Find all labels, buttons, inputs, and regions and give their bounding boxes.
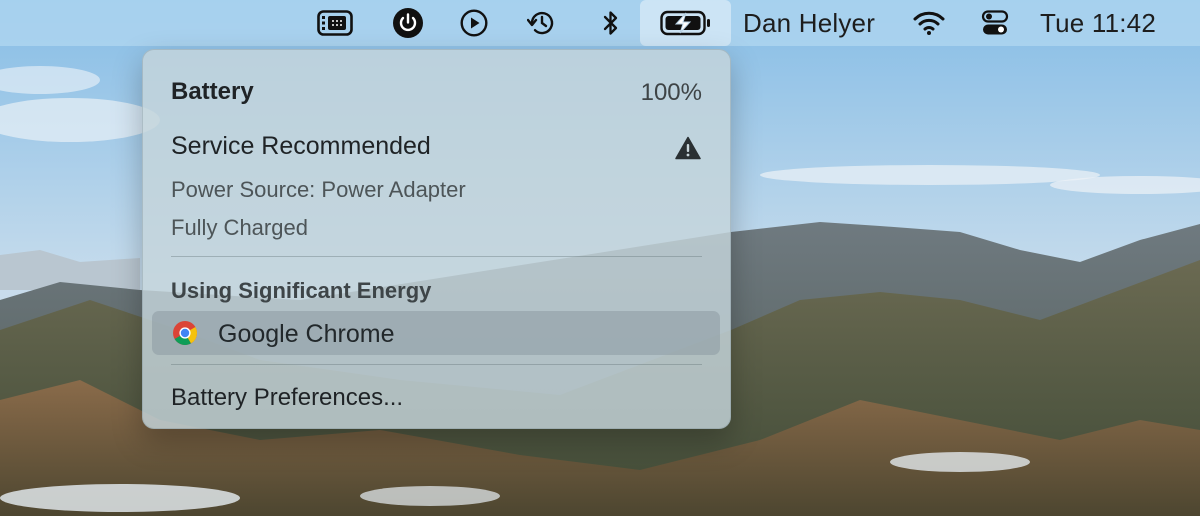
battery-percent: 100% bbox=[640, 79, 702, 106]
battery-condition: Service Recommended bbox=[171, 132, 431, 160]
play-icon[interactable] bbox=[456, 0, 492, 46]
menu-bar: Dan Helyer Tue 11:42 bbox=[0, 0, 1200, 46]
charge-state: Fully Charged bbox=[171, 215, 308, 240]
power-icon[interactable] bbox=[390, 0, 426, 46]
energy-app-item[interactable]: Google Chrome bbox=[152, 311, 720, 355]
control-center-icon[interactable] bbox=[978, 0, 1012, 46]
user-name: Dan Helyer bbox=[743, 7, 876, 38]
battery-menu-button[interactable] bbox=[640, 0, 731, 46]
menu-separator bbox=[171, 256, 702, 257]
battery-charging-icon bbox=[659, 10, 712, 36]
bluetooth-icon[interactable] bbox=[598, 0, 624, 46]
time-machine-icon[interactable] bbox=[523, 0, 561, 46]
energy-heading: Using Significant Energy bbox=[171, 278, 432, 303]
energy-app-label: Google Chrome bbox=[218, 320, 395, 348]
chrome-icon bbox=[172, 320, 198, 346]
clock[interactable]: Tue 11:42 bbox=[1040, 0, 1170, 46]
menu-separator bbox=[171, 364, 702, 365]
power-source: Power Source: Power Adapter bbox=[171, 177, 466, 202]
battery-menu: Battery 100% Service Recommended Power S… bbox=[142, 49, 731, 429]
user-name-menu[interactable]: Dan Helyer bbox=[743, 0, 877, 46]
stage-manager-icon[interactable] bbox=[313, 0, 357, 46]
warning-icon bbox=[675, 136, 701, 165]
battery-preferences-item[interactable]: Battery Preferences... bbox=[171, 384, 702, 412]
wifi-icon[interactable] bbox=[910, 0, 948, 46]
battery-menu-title: Battery bbox=[171, 78, 254, 105]
clock-label: Tue 11:42 bbox=[1040, 7, 1156, 38]
